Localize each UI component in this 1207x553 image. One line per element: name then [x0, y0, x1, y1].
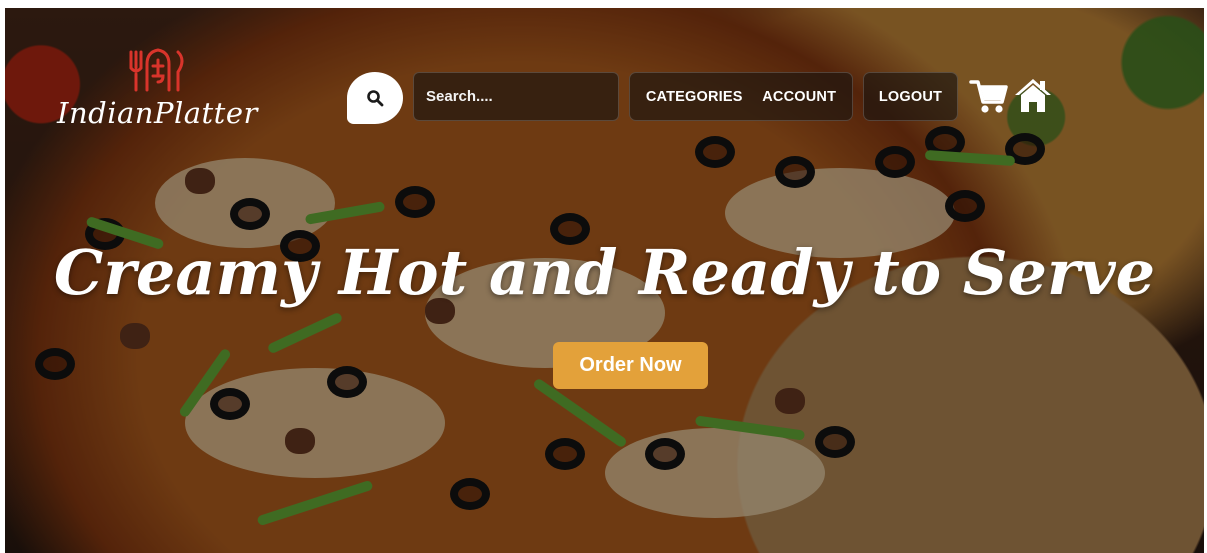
home-icon[interactable] [1013, 76, 1053, 116]
nav-link-logout[interactable]: LOGOUT [879, 89, 942, 105]
nav-link-account[interactable]: ACCOUNT [762, 89, 836, 105]
hero-title: Creamy Hot and Ready to Serve [53, 236, 1156, 309]
hero-page: IndianPlatter CATEGORIES ACCOUNT LOGOUT [5, 8, 1204, 553]
nav-group-logout: LOGOUT [863, 72, 958, 121]
nav-group-main: CATEGORIES ACCOUNT [629, 72, 853, 121]
cart-icon[interactable] [969, 76, 1009, 116]
search-icon [367, 90, 384, 107]
brand-logo[interactable]: IndianPlatter [53, 46, 273, 136]
search-button[interactable] [347, 72, 403, 124]
platter-logo-icon [129, 48, 184, 92]
order-now-button[interactable]: Order Now [553, 342, 708, 389]
brand-name: IndianPlatter [57, 96, 258, 130]
search-input[interactable] [413, 72, 619, 121]
nav-link-categories[interactable]: CATEGORIES [646, 89, 743, 105]
